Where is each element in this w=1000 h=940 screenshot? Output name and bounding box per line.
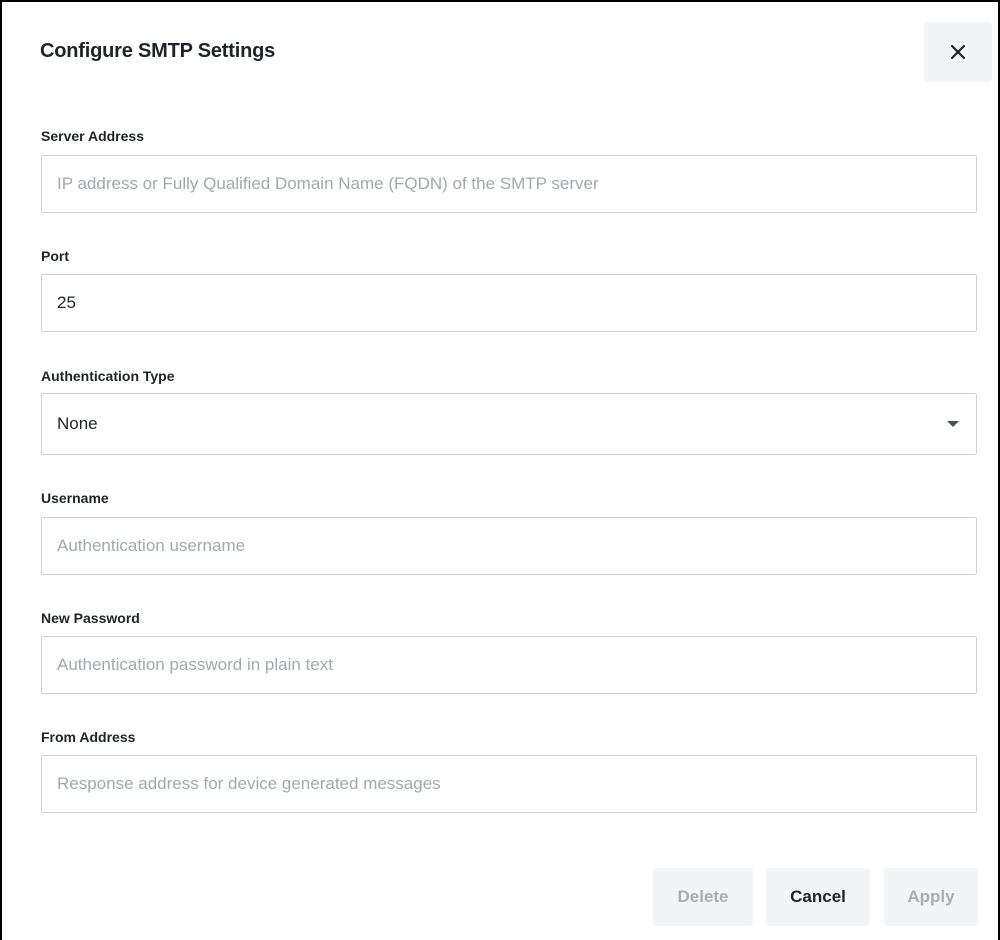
delete-button[interactable]: Delete — [653, 868, 753, 926]
from-address-label: From Address — [41, 729, 136, 745]
username-label: Username — [41, 490, 109, 506]
new-password-field — [41, 636, 977, 694]
dialog-title: Configure SMTP Settings — [40, 40, 276, 62]
username-input[interactable] — [42, 518, 976, 574]
username-field — [41, 517, 977, 575]
port-label: Port — [41, 248, 69, 264]
server-address-label: Server Address — [41, 128, 144, 144]
new-password-input[interactable] — [42, 637, 976, 693]
from-address-field — [41, 755, 977, 813]
server-address-field — [41, 155, 977, 213]
authentication-type-select[interactable]: None — [41, 393, 977, 455]
apply-button[interactable]: Apply — [884, 868, 978, 926]
smtp-settings-dialog: Configure SMTP Settings Server Address P… — [0, 0, 1000, 940]
port-input[interactable] — [42, 275, 976, 331]
new-password-label: New Password — [41, 610, 140, 626]
close-icon — [950, 44, 966, 60]
port-field — [41, 274, 977, 332]
from-address-input[interactable] — [42, 756, 976, 812]
cancel-button[interactable]: Cancel — [766, 868, 870, 926]
caret-down-icon — [947, 421, 959, 427]
server-address-input[interactable] — [42, 156, 976, 212]
authentication-type-selected: None — [57, 414, 98, 433]
close-button[interactable] — [924, 22, 992, 82]
authentication-type-label: Authentication Type — [41, 368, 175, 384]
